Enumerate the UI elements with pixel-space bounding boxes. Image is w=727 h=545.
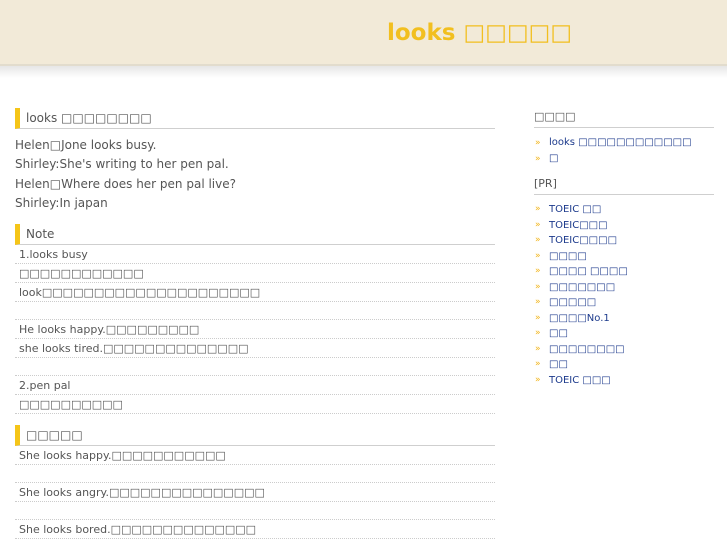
pr-link[interactable]: » □□□□ □□□□	[534, 264, 714, 280]
double-chevron-right-icon: »	[535, 281, 541, 292]
dialog-line: Helen□Where does her pen pal live?	[15, 176, 236, 191]
pr-link-label[interactable]: □□□□	[549, 251, 587, 262]
double-chevron-right-icon: »	[535, 266, 541, 276]
note-row: 2.pen pal	[15, 376, 495, 396]
double-chevron-right-icon: »	[535, 250, 541, 261]
sidebar-links: » looks □□□□□□□□□□□□ » □	[534, 135, 714, 167]
pr-link-label[interactable]: TOEIC□□□	[549, 220, 608, 231]
double-chevron-right-icon: »	[535, 219, 541, 230]
example-row: She looks angry.□□□□□□□□□□□□□□□	[15, 483, 495, 503]
sidebar-link-label[interactable]: looks □□□□□□□□□□□□	[549, 137, 692, 148]
note-row: □□□□□□□□□□	[15, 395, 495, 415]
note-heading: Note	[15, 224, 495, 246]
pr-link[interactable]: » □□	[534, 357, 714, 373]
pr-link[interactable]: » □□□□□□□	[534, 280, 714, 296]
double-chevron-right-icon: »	[535, 154, 541, 164]
sidebar-link[interactable]: » □	[534, 151, 714, 167]
sidebar: □□□□ » looks □□□□□□□□□□□□ » □ [PR] » TOEIC …	[534, 108, 714, 388]
pr-links: » TOEIC □□ » TOEIC□□□ » TOEIC□□□□ » □□□□ » □□…	[534, 202, 714, 388]
pr-link-label[interactable]: □□□□□□□□	[549, 344, 625, 355]
double-chevron-right-icon: »	[535, 374, 541, 385]
sidebar-link-label[interactable]: □	[549, 153, 558, 164]
example-section: □□□□□ She looks happy.□□□□□□□□□□□ She lo…	[15, 425, 495, 540]
note-row: 1.looks busy	[15, 245, 495, 265]
pr-link-label[interactable]: TOEIC□□□□	[549, 235, 617, 246]
sidebar-heading: □□□□	[534, 108, 714, 128]
dialog-line: Shirley:In japan	[15, 195, 108, 210]
dialog: Helen□Jone looks busy. Shirley:She's wri…	[15, 136, 495, 213]
note-row: she looks tired.□□□□□□□□□□□□□□	[15, 339, 495, 359]
double-chevron-right-icon: »	[535, 328, 541, 338]
pr-link[interactable]: » TOEIC□□□	[534, 218, 714, 234]
double-chevron-right-icon: »	[535, 204, 541, 214]
pr-link-label[interactable]: □□	[549, 359, 568, 370]
dialog-line: Helen□Jone looks busy.	[15, 138, 157, 152]
note-row	[15, 358, 495, 377]
pr-link-label[interactable]: □□□□ □□□□	[549, 266, 628, 277]
pr-heading: [PR]	[534, 175, 714, 195]
note-row	[15, 302, 495, 321]
example-heading: □□□□□	[15, 425, 495, 447]
pr-link-label[interactable]: □□□□No.1	[549, 313, 610, 324]
pr-link[interactable]: » TOEIC □□□	[534, 373, 714, 389]
sidebar-link[interactable]: » looks □□□□□□□□□□□□	[534, 135, 714, 151]
site-title[interactable]: looks □□□□□	[387, 20, 572, 46]
note-section: Note 1.looks busy □□□□□□□□□□□□ look□□□□□…	[15, 224, 495, 415]
example-row	[15, 465, 495, 484]
site-header: looks □□□□□	[0, 0, 727, 66]
pr-link[interactable]: » TOEIC □□	[534, 202, 714, 218]
pr-link[interactable]: » □□□□	[534, 249, 714, 265]
article-heading: looks □□□□□□□□	[15, 108, 495, 129]
note-row: look□□□□□□□□□□□□□□□□□□□□□	[15, 283, 495, 303]
header-shadow	[0, 66, 727, 78]
pr-link-label[interactable]: □□□□□	[549, 297, 596, 308]
example-row: She looks happy.□□□□□□□□□□□	[15, 446, 495, 466]
pr-link[interactable]: » □□□□□	[534, 295, 714, 311]
dialog-line: Shirley:She's writing to her pen pal.	[15, 157, 229, 172]
note-row: □□□□□□□□□□□□	[15, 264, 495, 284]
pr-link-label[interactable]: TOEIC □□	[549, 204, 601, 215]
pr-link-label[interactable]: □□	[549, 328, 568, 339]
pr-link[interactable]: » TOEIC□□□□	[534, 233, 714, 249]
pr-link[interactable]: » □□□□□□□□	[534, 342, 714, 358]
pr-link-label[interactable]: TOEIC □□□	[549, 375, 611, 386]
double-chevron-right-icon: »	[535, 138, 541, 148]
double-chevron-right-icon: »	[535, 235, 541, 245]
double-chevron-right-icon: »	[535, 343, 541, 354]
note-row: He looks happy.□□□□□□□□□	[15, 320, 495, 340]
example-row: She looks bored.□□□□□□□□□□□□□□	[15, 520, 495, 540]
main-content: looks □□□□□□□□ Helen□Jone looks busy. Sh…	[15, 108, 495, 540]
double-chevron-right-icon: »	[535, 297, 541, 307]
pr-link[interactable]: » □□□□No.1	[534, 311, 714, 327]
double-chevron-right-icon: »	[535, 312, 541, 323]
pr-link[interactable]: » □□	[534, 326, 714, 342]
double-chevron-right-icon: »	[535, 359, 541, 369]
example-row	[15, 502, 495, 521]
pr-link-label[interactable]: □□□□□□□	[549, 282, 615, 293]
